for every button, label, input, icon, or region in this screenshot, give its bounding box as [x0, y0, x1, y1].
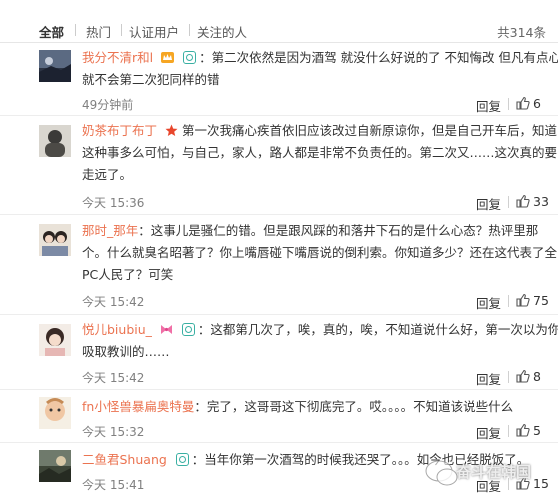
- star-badge-icon: [165, 124, 178, 136]
- divider: [508, 295, 509, 307]
- tab-following[interactable]: 关注的人: [197, 22, 247, 41]
- divider: [508, 425, 509, 437]
- like-thumb-icon[interactable]: [516, 293, 530, 307]
- divider: [508, 196, 509, 208]
- username-link[interactable]: 我分不清r和l: [82, 50, 153, 65]
- reply-button[interactable]: 回复: [476, 293, 501, 312]
- comment-text: ：第二次依然是因为酒驾 就没什么好说的了 不知悔改 但凡有点心: [199, 50, 558, 65]
- divider: [121, 24, 122, 36]
- comment-text: ：这都第几次了，唉，真的，唉，不知道说什么好，第一次以为你会: [197, 322, 558, 337]
- like-count: 5: [533, 423, 541, 438]
- vip-badge-icon: [175, 453, 189, 466]
- comment-text: 第一次我痛心疾首依旧应该改过自新原谅你，但是自己开车后，知道: [181, 123, 557, 138]
- like-thumb-icon[interactable]: [516, 423, 530, 437]
- vip-badge-icon: [183, 51, 197, 64]
- comment-text-line-1: 我分不清r和l ：第二次依然是因为酒驾 就没什么好说的了 不知悔改 但凡有点心: [82, 47, 558, 69]
- divider: [189, 24, 190, 36]
- avatar-image: [39, 324, 71, 356]
- member-crown-icon: [161, 52, 175, 63]
- comment-text: ：这事儿是骚仁的错。但是跟风踩的和落井下石的是什么心态？热评里那: [138, 223, 539, 238]
- tab-verified-users[interactable]: 认证用户: [129, 22, 179, 41]
- username-link[interactable]: 那时_那年: [82, 223, 138, 238]
- reply-button[interactable]: 回复: [476, 423, 501, 442]
- comment-item: 我分不清r和l ：第二次依然是因为酒驾 就没什么好说的了 不知悔改 但凡有点心 …: [0, 42, 558, 116]
- username-link[interactable]: 悦儿biubiu_: [82, 322, 152, 337]
- comment-text-line-2: 个。什么就臭名昭著了？你上嘴唇碰下嘴唇说的倒利索。你知道多少？还在这代表了全: [82, 245, 558, 260]
- comment-filter-bar: 全部 热门 认证用户 关注的人 共314条: [0, 0, 558, 43]
- avatar[interactable]: [39, 324, 71, 356]
- like-count: 75: [533, 293, 549, 308]
- comment-total-count: 共314条: [497, 25, 546, 40]
- comment-item: 那时_那年：这事儿是骚仁的错。但是跟风踩的和落井下石的是什么心态？热评里那 个。…: [0, 214, 558, 315]
- comment-item: 奶茶布丁布丁 第一次我痛心疾首依旧应该改过自新原谅你，但是自己开车后，知道 这种…: [0, 115, 558, 215]
- watermark-text: 奋斗在韩国: [456, 463, 532, 481]
- comment-item: 悦儿biubiu_ ：这都第几次了，唉，真的，唉，不知道说什么好，第一次以为你会…: [0, 314, 558, 390]
- like-count: 8: [533, 369, 541, 384]
- tab-hot[interactable]: 热门: [86, 22, 111, 41]
- divider: [75, 24, 76, 36]
- divider: [508, 98, 509, 110]
- comment-time: 今天 15:42: [82, 295, 145, 309]
- comment-text-line-1: 悦儿biubiu_ ：这都第几次了，唉，真的，唉，不知道说什么好，第一次以为你会: [82, 319, 558, 341]
- like-count: 6: [533, 96, 541, 111]
- reply-button[interactable]: 回复: [476, 194, 501, 213]
- username-link[interactable]: 二鱼君Shuang: [82, 452, 167, 467]
- reply-button[interactable]: 回复: [476, 96, 501, 115]
- avatar[interactable]: [39, 125, 71, 157]
- comment-text-line-1: fn小怪兽暴扁奥特曼：完了，这哥哥这下彻底完了。哎。。。。不知道该说些什么: [82, 396, 513, 418]
- avatar[interactable]: [39, 50, 71, 82]
- like-count: 33: [533, 194, 549, 209]
- comment-text-line-2: 就不会第二次犯同样的错: [82, 72, 220, 87]
- avatar-image: [39, 50, 71, 82]
- username-link[interactable]: 奶茶布丁布丁: [82, 123, 157, 138]
- comment-time: 今天 15:36: [82, 196, 145, 210]
- like-thumb-icon[interactable]: [516, 194, 530, 208]
- like-thumb-icon[interactable]: [516, 96, 530, 110]
- like-thumb-icon[interactable]: [516, 369, 530, 383]
- comment-text-line-3: PC人民了？可笑: [82, 267, 174, 282]
- comment-text-line-1: 那时_那年：这事儿是骚仁的错。但是跟风踩的和落井下石的是什么心态？热评里那: [82, 220, 538, 242]
- avatar-image: [39, 397, 71, 429]
- tab-all[interactable]: 全部: [39, 22, 64, 41]
- comment-text: ：完了，这哥哥这下彻底完了。哎。。。。不知道该说些什么: [194, 399, 514, 414]
- comment-time: 今天 15:41: [82, 478, 145, 492]
- avatar[interactable]: [39, 224, 71, 256]
- bow-badge-icon: [160, 325, 172, 334]
- comment-time: 今天 15:32: [82, 425, 145, 439]
- comment-text-line-2: 这种事多么可怕，与自己，家人，路人都是非常不负责任的。第二次又……这次真的要: [82, 145, 558, 160]
- reply-button[interactable]: 回复: [476, 369, 501, 388]
- comment-text-line-2: 吸取教训的……: [82, 344, 170, 359]
- comment-time: 今天 15:42: [82, 371, 145, 385]
- comment-text-line-3: 走远了。: [82, 167, 133, 182]
- comment-time: 49分钟前: [82, 98, 134, 112]
- avatar[interactable]: [39, 450, 71, 482]
- avatar-image: [39, 125, 71, 157]
- avatar-image: [39, 450, 71, 482]
- avatar-image: [39, 224, 71, 256]
- username-link[interactable]: fn小怪兽暴扁奥特曼: [82, 399, 194, 414]
- comment-text-line-1: 奶茶布丁布丁 第一次我痛心疾首依旧应该改过自新原谅你，但是自己开车后，知道: [82, 120, 557, 142]
- divider: [508, 371, 509, 383]
- avatar[interactable]: [39, 397, 71, 429]
- vip-badge-icon: [181, 323, 195, 336]
- comment-item: fn小怪兽暴扁奥特曼：完了，这哥哥这下彻底完了。哎。。。。不知道该说些什么 今天…: [0, 389, 558, 443]
